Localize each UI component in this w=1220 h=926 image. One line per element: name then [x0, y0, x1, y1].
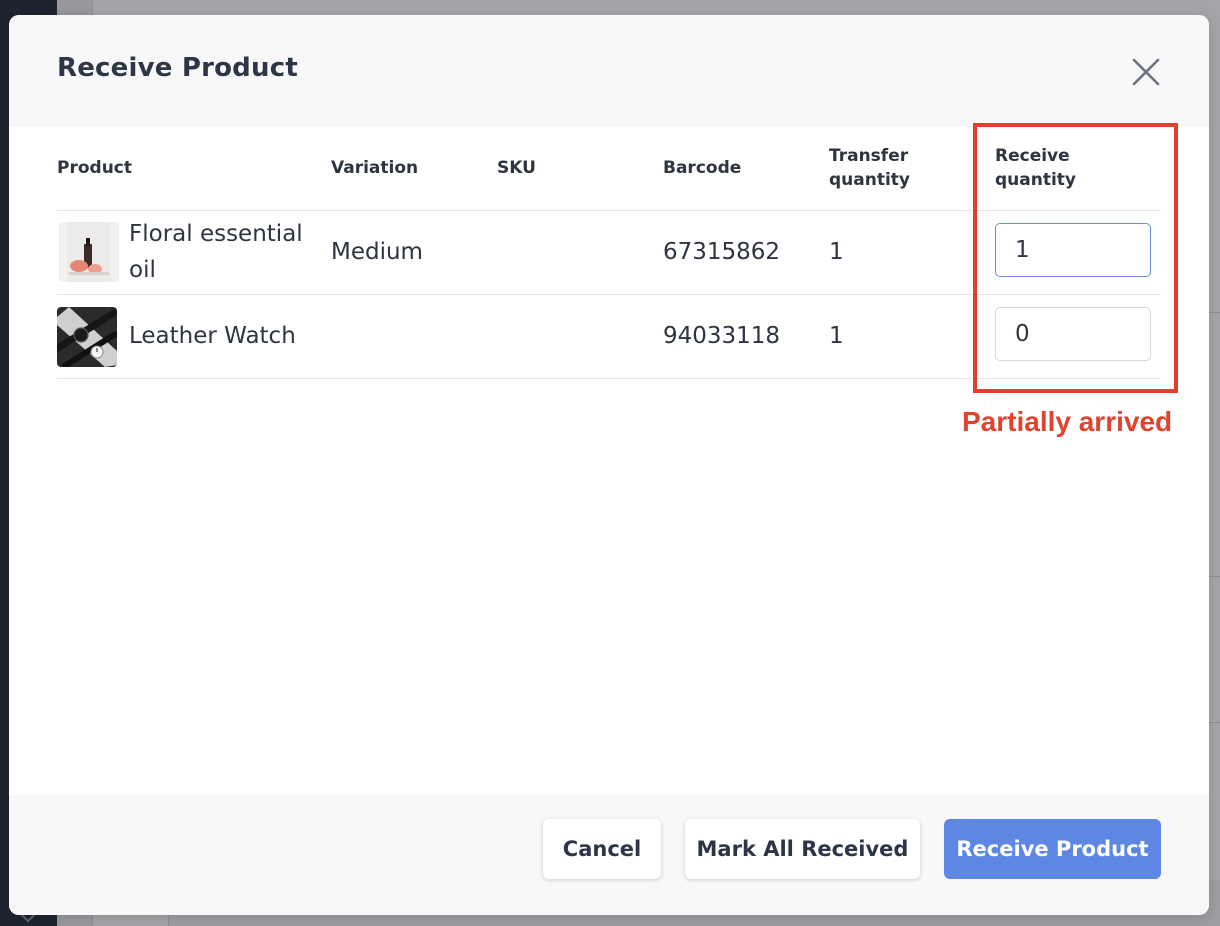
modal-title: Receive Product	[57, 53, 298, 83]
product-name: Floral essential oil	[129, 216, 303, 288]
annotation-label: Partially arrived	[962, 406, 1173, 437]
essential-oil-thumbnail	[59, 222, 119, 282]
column-header-variation: Variation	[331, 158, 419, 178]
column-header-sku: SKU	[497, 158, 536, 178]
product-name: Leather Watch	[129, 323, 296, 349]
transfer-quantity-cell: 1	[829, 323, 844, 349]
barcode-cell: 67315862	[663, 239, 781, 265]
close-icon[interactable]	[1127, 53, 1165, 91]
receive-quantity-highlight-box	[973, 123, 1178, 393]
column-header-transfer-line2: quantity	[829, 170, 911, 190]
mark-all-received-button[interactable]: Mark All Received	[685, 819, 920, 879]
product-name-line1: Floral essential	[129, 221, 303, 247]
column-header-barcode: Barcode	[663, 158, 742, 178]
product-name-line2: oil	[129, 257, 156, 283]
cancel-button[interactable]: Cancel	[543, 819, 661, 879]
barcode-cell: 94033118	[663, 323, 781, 349]
leather-watch-thumbnail	[57, 307, 117, 367]
variation-cell: Medium	[331, 239, 423, 265]
transfer-quantity-cell: 1	[829, 239, 844, 265]
app-background-divider	[1208, 312, 1220, 313]
app-background-divider	[1208, 722, 1220, 723]
modal-header: Receive Product	[9, 15, 1209, 127]
column-header-transfer-line1: Transfer	[829, 146, 909, 166]
app-background-divider	[1208, 576, 1220, 577]
column-header-transfer-quantity: Transfer quantity	[829, 144, 910, 192]
column-header-product: Product	[57, 158, 132, 178]
receive-product-button[interactable]: Receive Product	[944, 819, 1161, 879]
